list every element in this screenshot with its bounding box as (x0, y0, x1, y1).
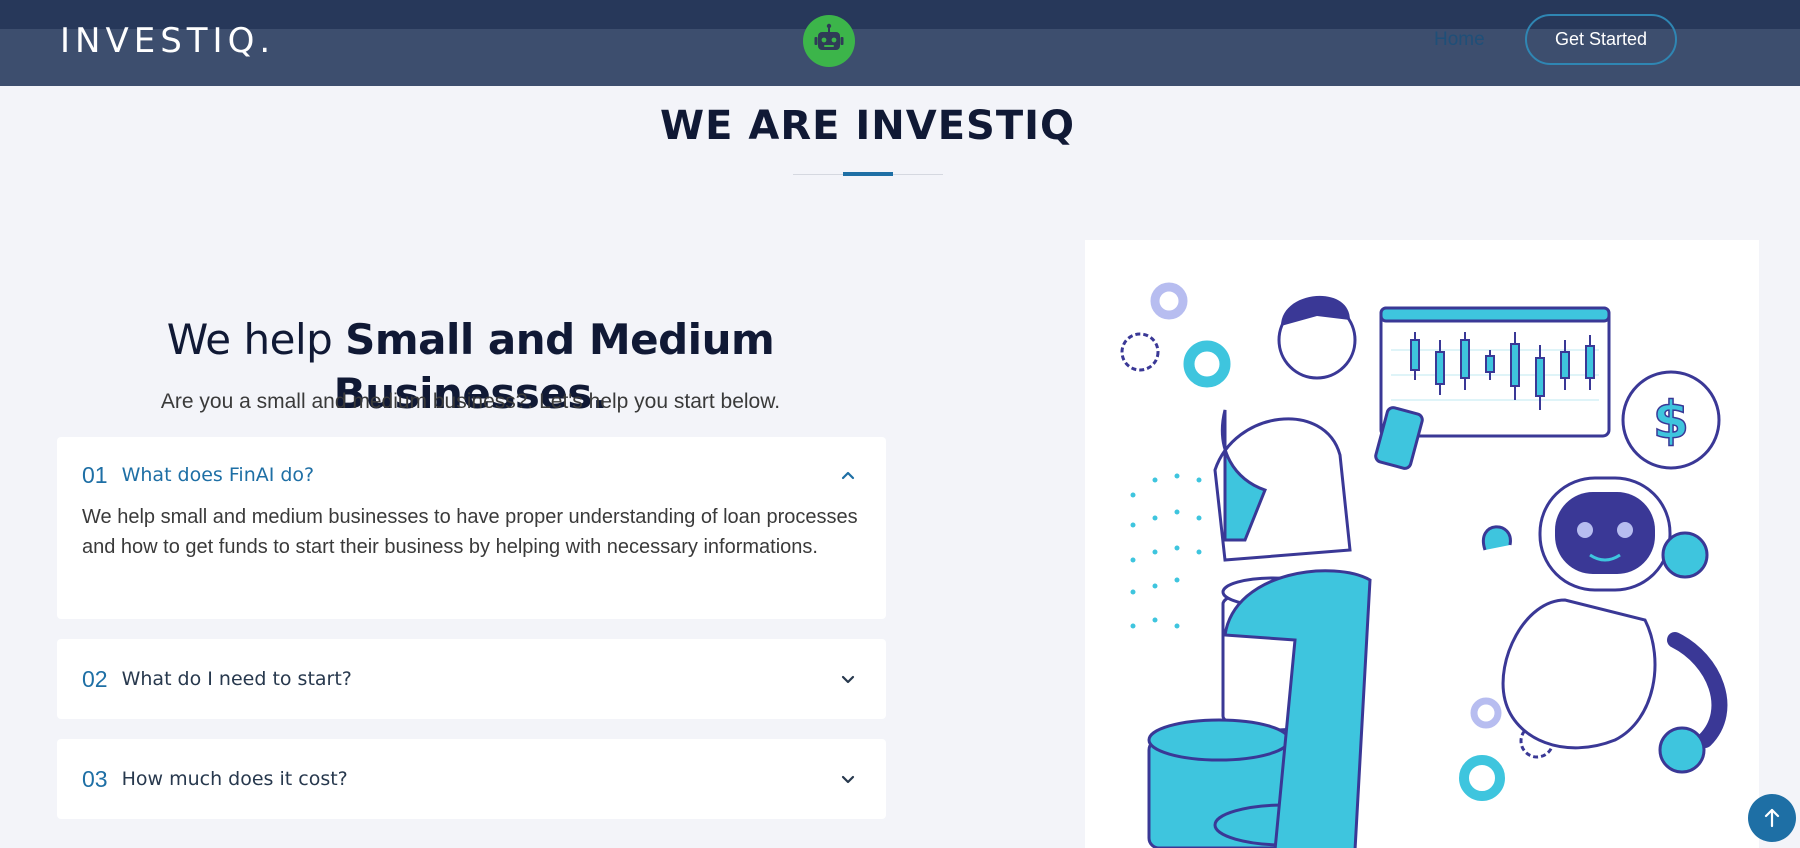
gear-icon (1120, 332, 1160, 372)
get-started-button[interactable]: Get Started (1525, 14, 1677, 65)
site-logo[interactable]: INVESTIQ. (60, 22, 275, 60)
faq-question: What does FinAI do? (121, 464, 315, 486)
faq-item-2: 02 What do I need to start? (57, 639, 886, 719)
faq-answer: We help small and medium businesses to h… (82, 506, 858, 558)
hero-illustration: $ (1085, 240, 1759, 848)
svg-text:$: $ (1653, 391, 1689, 451)
person-robot-coins-illustration: $ (1120, 282, 1728, 848)
chevron-down-icon[interactable] (837, 768, 859, 790)
gear-icon (1470, 697, 1502, 729)
faq-question: How much does it cost? (121, 768, 348, 790)
dollar-icon: $ (1621, 370, 1721, 470)
hero-subline: Are you a small and medium business?. Le… (160, 390, 781, 413)
robot-figure (1481, 476, 1728, 774)
arrow-up-icon (1764, 808, 1780, 828)
nav-link-home[interactable]: Home (1434, 28, 1485, 52)
faq-item-3: 03 How much does it cost? (57, 739, 886, 819)
gear-icon (1459, 755, 1505, 801)
faq-header-3[interactable]: 03 How much does it cost? (82, 764, 861, 794)
dot-pattern (1130, 473, 1202, 629)
faq-item-1: 01 What does FinAI do? We help small and… (57, 437, 886, 619)
faq-header-1[interactable]: 01 What does FinAI do? (82, 460, 861, 490)
faq-header-2[interactable]: 02 What do I need to start? (82, 664, 861, 694)
chevron-up-icon[interactable] (837, 464, 859, 486)
gear-icon (1150, 282, 1188, 320)
faq-number: 03 (82, 765, 108, 792)
robot-icon[interactable] (803, 15, 855, 67)
faq-number: 01 (82, 461, 108, 488)
top-navbar: INVESTIQ. Home Get Started (0, 0, 1800, 86)
faq-number: 02 (82, 665, 108, 692)
scroll-to-top-button[interactable] (1748, 794, 1796, 842)
gear-icon (1183, 340, 1231, 388)
headline-normal: We help (166, 315, 346, 364)
title-divider-accent (843, 172, 893, 176)
section-title: WE ARE INVESTIQ (660, 103, 1075, 149)
faq-question: What do I need to start? (121, 668, 352, 690)
chevron-down-icon[interactable] (837, 668, 859, 690)
